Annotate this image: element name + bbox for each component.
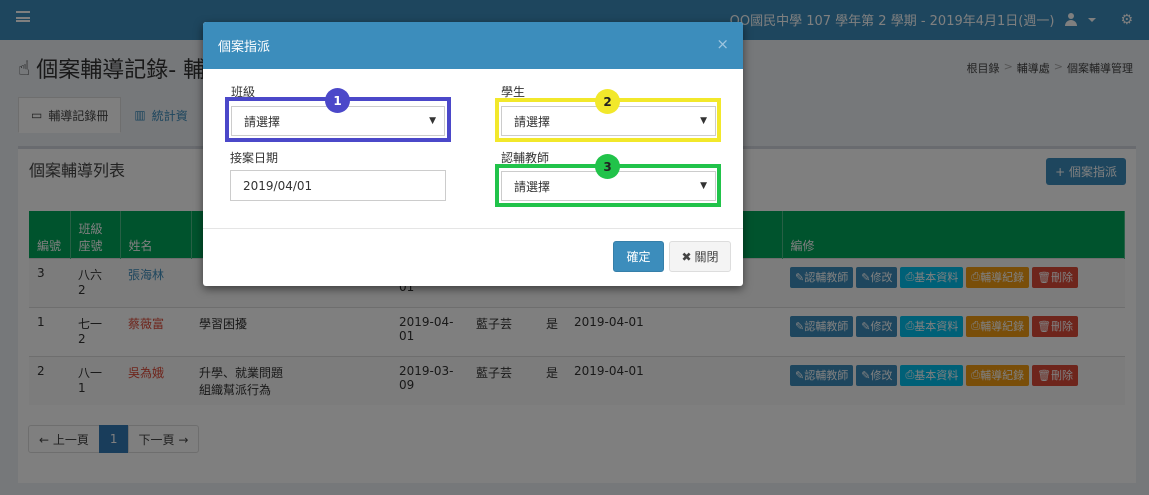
times-icon: ✖: [681, 249, 692, 264]
modal-title: 個案指派: [218, 40, 271, 55]
annotation-badge-2: 2: [595, 89, 620, 114]
date-label: 接案日期: [230, 151, 279, 165]
close-icon[interactable]: ×: [716, 35, 729, 53]
confirm-button[interactable]: 確定: [613, 241, 664, 272]
close-button-label: 關閉: [694, 250, 719, 264]
modal-header: 個案指派 ×: [203, 22, 743, 69]
modal-footer-divider: [203, 228, 743, 229]
case-date-value: 2019/04/01: [243, 178, 313, 193]
annotation-badge-1: 1: [325, 88, 350, 113]
assign-case-modal: 個案指派 × 班級 請選擇 ▼ 學生 請選擇 ▼ 接案日期 2019/04/01…: [203, 22, 743, 286]
close-button[interactable]: ✖ 關閉: [669, 241, 731, 272]
case-date-input[interactable]: 2019/04/01: [230, 170, 446, 201]
annotation-badge-3: 3: [595, 154, 620, 179]
